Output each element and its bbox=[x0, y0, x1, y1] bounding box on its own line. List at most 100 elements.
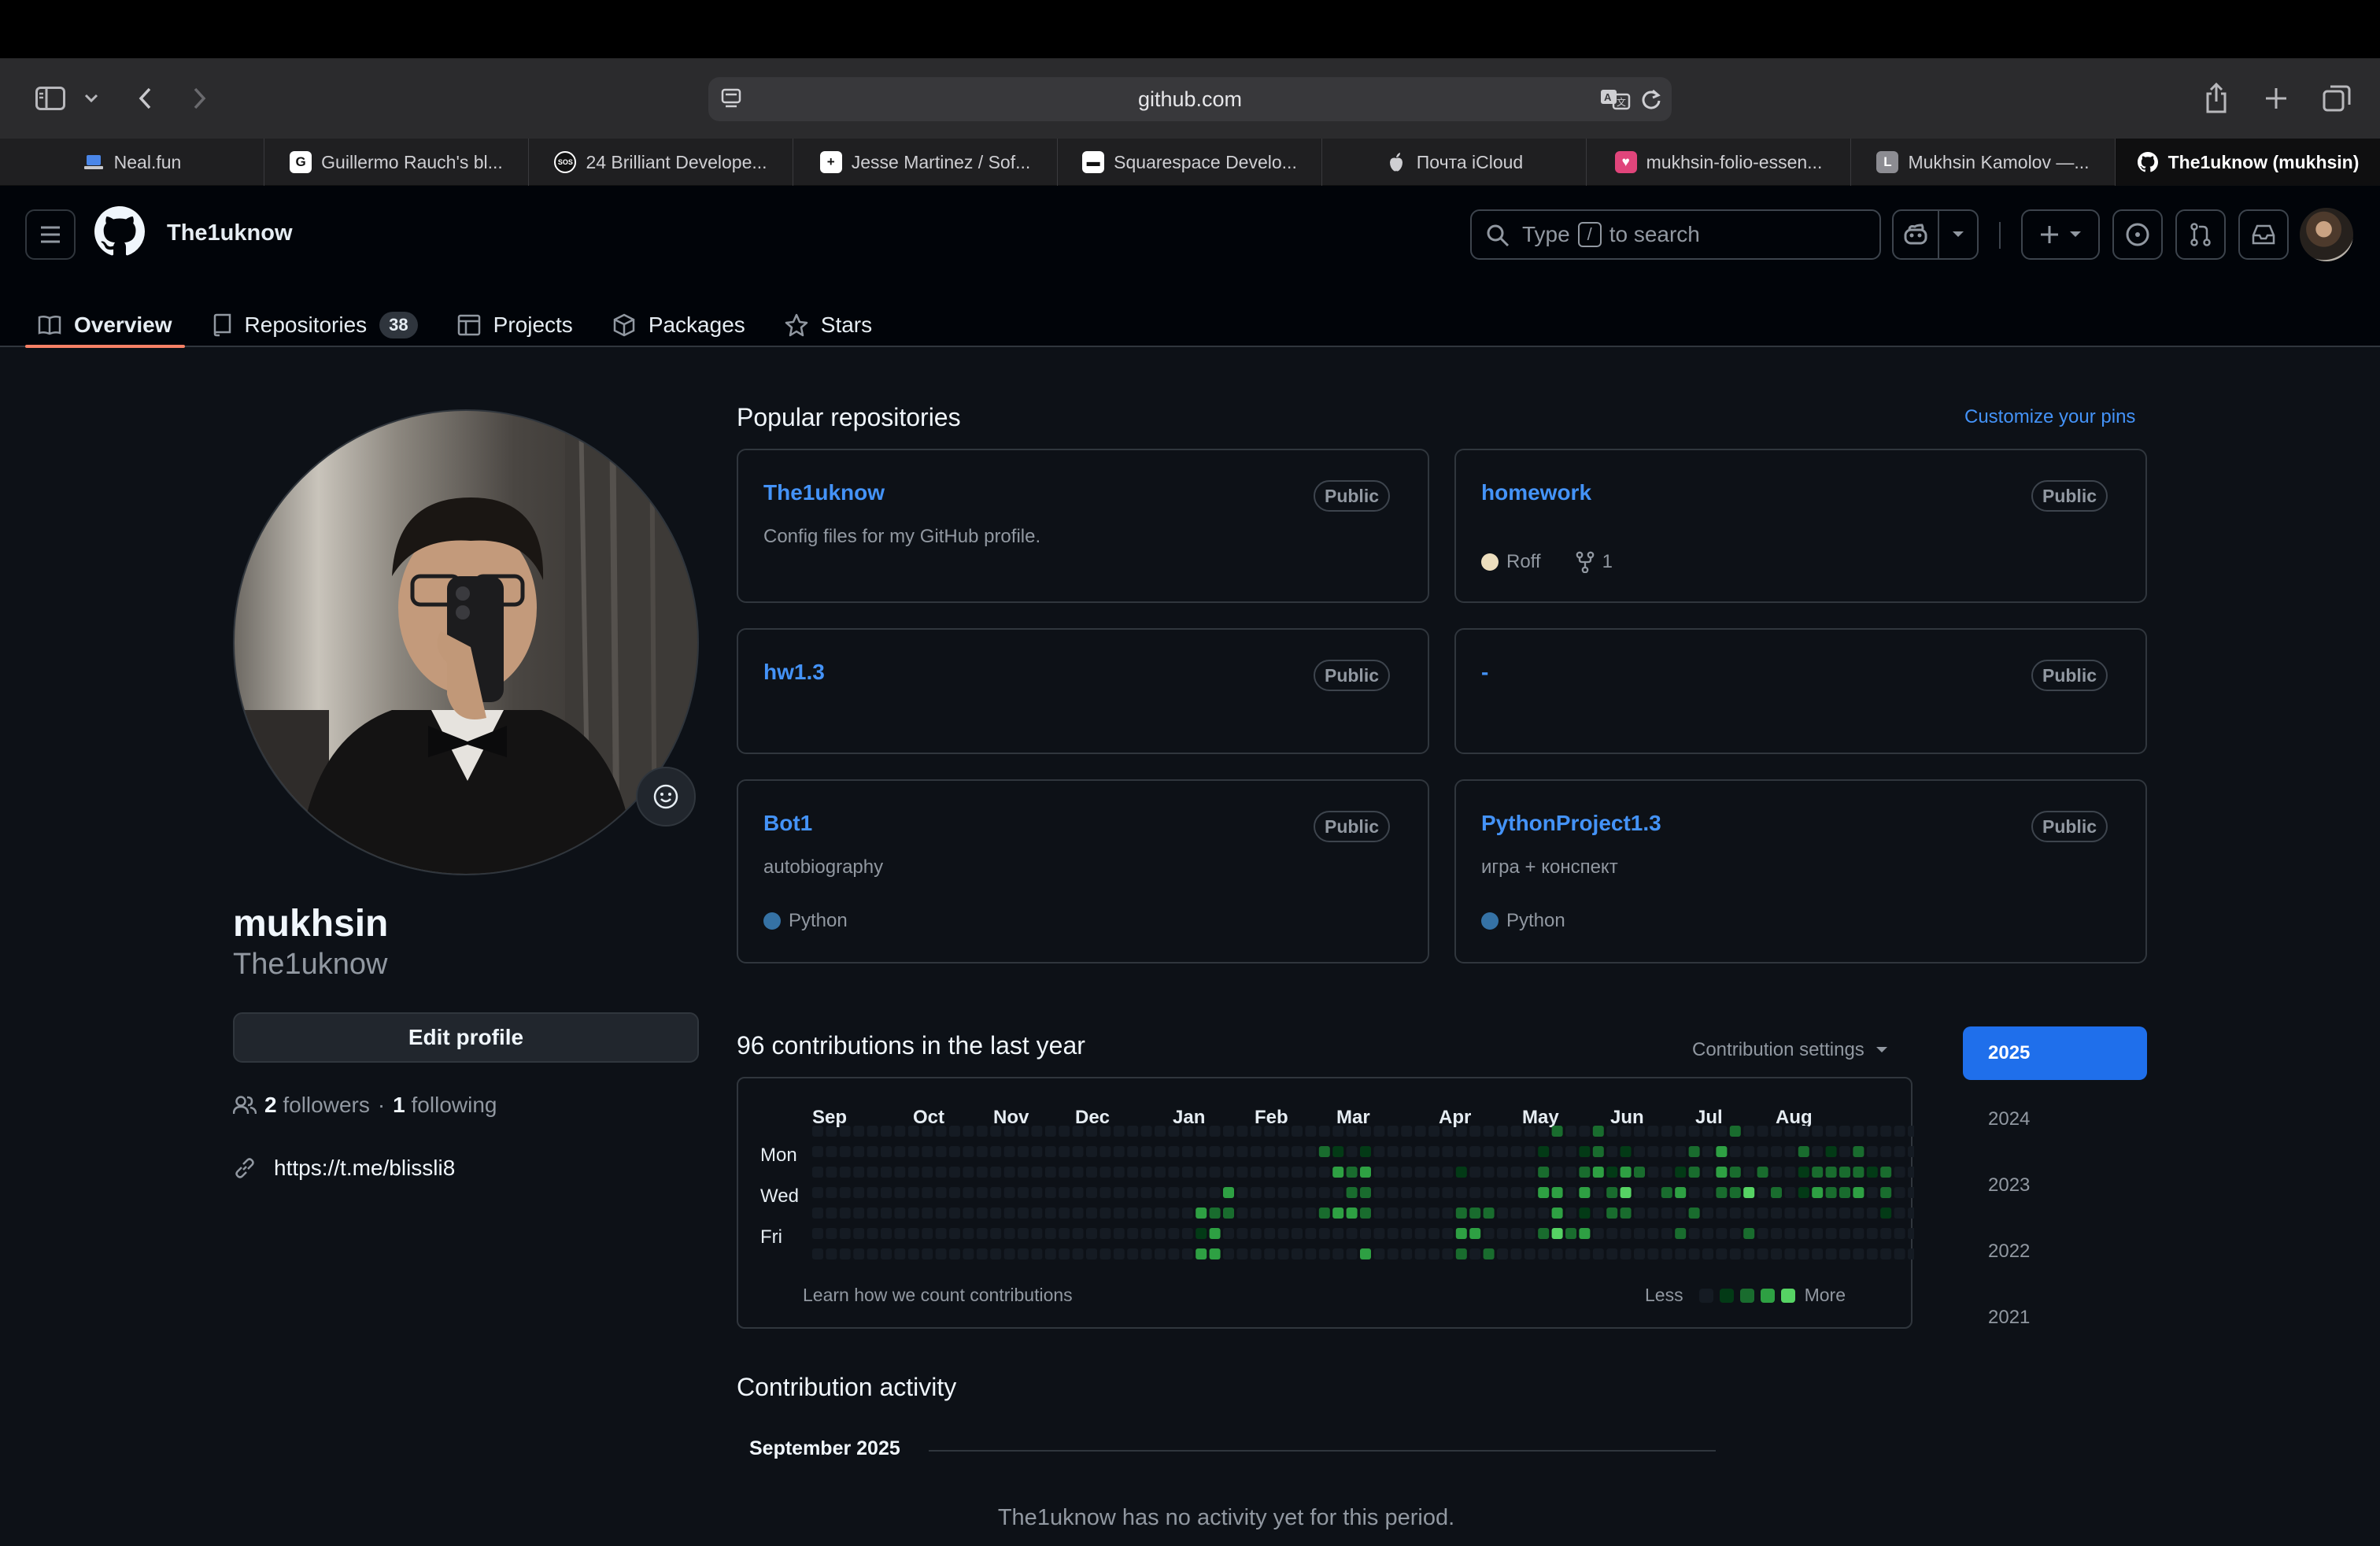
contribution-day-cell[interactable] bbox=[1908, 1187, 1914, 1198]
contribution-day-cell[interactable] bbox=[1592, 1146, 1604, 1157]
contribution-day-cell[interactable] bbox=[867, 1167, 878, 1178]
followers-link[interactable]: 2 followers bbox=[264, 1093, 370, 1118]
contribution-day-cell[interactable] bbox=[1031, 1228, 1043, 1239]
repo-name-link[interactable]: hw1.3 bbox=[763, 660, 825, 685]
contribution-day-cell[interactable] bbox=[1825, 1187, 1837, 1198]
contribution-day-cell[interactable] bbox=[826, 1228, 837, 1239]
contribution-day-cell[interactable] bbox=[1373, 1187, 1385, 1198]
contribution-day-cell[interactable] bbox=[1483, 1146, 1495, 1157]
contribution-day-cell[interactable] bbox=[1018, 1228, 1029, 1239]
contribution-day-cell[interactable] bbox=[1579, 1228, 1591, 1239]
contribution-day-cell[interactable] bbox=[1675, 1146, 1687, 1157]
contribution-day-cell[interactable] bbox=[1729, 1187, 1741, 1198]
contribution-day-cell[interactable] bbox=[935, 1126, 947, 1137]
contribution-day-cell[interactable] bbox=[1305, 1126, 1317, 1137]
contribution-day-cell[interactable] bbox=[1140, 1167, 1152, 1178]
contribution-day-cell[interactable] bbox=[812, 1167, 823, 1178]
create-new-button[interactable] bbox=[2021, 209, 2100, 260]
repo-name-link[interactable]: homework bbox=[1481, 480, 1591, 505]
contribution-day-cell[interactable] bbox=[881, 1208, 892, 1219]
contribution-day-cell[interactable] bbox=[1401, 1126, 1413, 1137]
contribution-day-cell[interactable] bbox=[1757, 1228, 1768, 1239]
contribution-day-cell[interactable] bbox=[949, 1208, 960, 1219]
contribution-day-cell[interactable] bbox=[1825, 1208, 1837, 1219]
contribution-day-cell[interactable] bbox=[1688, 1248, 1700, 1259]
contribution-day-cell[interactable] bbox=[1675, 1228, 1687, 1239]
contribution-day-cell[interactable] bbox=[1853, 1126, 1864, 1137]
contribution-day-cell[interactable] bbox=[826, 1248, 837, 1259]
contribution-day-cell[interactable] bbox=[1634, 1208, 1645, 1219]
contribution-day-cell[interactable] bbox=[1853, 1228, 1864, 1239]
contribution-day-cell[interactable] bbox=[1292, 1146, 1303, 1157]
contribution-day-cell[interactable] bbox=[1031, 1126, 1043, 1137]
contribution-day-cell[interactable] bbox=[1155, 1167, 1166, 1178]
contribution-day-cell[interactable] bbox=[1113, 1228, 1125, 1239]
contribution-day-cell[interactable] bbox=[1360, 1228, 1371, 1239]
contribution-day-cell[interactable] bbox=[1579, 1208, 1591, 1219]
contribution-day-cell[interactable] bbox=[990, 1248, 1002, 1259]
contribution-day-cell[interactable] bbox=[1647, 1167, 1659, 1178]
contribution-day-cell[interactable] bbox=[1442, 1167, 1454, 1178]
contribution-day-cell[interactable] bbox=[1018, 1126, 1029, 1137]
contribution-day-cell[interactable] bbox=[839, 1187, 851, 1198]
tab-projects[interactable]: Projects bbox=[445, 291, 586, 346]
contribution-day-cell[interactable] bbox=[1729, 1208, 1741, 1219]
contribution-day-cell[interactable] bbox=[1250, 1126, 1262, 1137]
contribution-day-cell[interactable] bbox=[1497, 1187, 1508, 1198]
contribution-day-cell[interactable] bbox=[1072, 1167, 1084, 1178]
following-link[interactable]: 1 following bbox=[393, 1093, 497, 1118]
contribution-day-cell[interactable] bbox=[1250, 1228, 1262, 1239]
contribution-day-cell[interactable] bbox=[1757, 1126, 1768, 1137]
contribution-day-cell[interactable] bbox=[1277, 1187, 1289, 1198]
contribution-day-cell[interactable] bbox=[826, 1208, 837, 1219]
contribution-day-cell[interactable] bbox=[1018, 1248, 1029, 1259]
contribution-day-cell[interactable] bbox=[853, 1208, 865, 1219]
contribution-day-cell[interactable] bbox=[1428, 1167, 1439, 1178]
contribution-day-cell[interactable] bbox=[1223, 1248, 1234, 1259]
contribution-day-cell[interactable] bbox=[1620, 1126, 1632, 1137]
contribution-day-cell[interactable] bbox=[812, 1126, 823, 1137]
contribution-day-cell[interactable] bbox=[1866, 1228, 1878, 1239]
contribution-day-cell[interactable] bbox=[839, 1228, 851, 1239]
sidebar-toggle-icon[interactable] bbox=[27, 58, 74, 139]
contribution-day-cell[interactable] bbox=[1798, 1146, 1809, 1157]
contribution-day-cell[interactable] bbox=[1277, 1208, 1289, 1219]
contribution-day-cell[interactable] bbox=[1168, 1126, 1180, 1137]
year-link-2025[interactable]: 2025 bbox=[1963, 1026, 2147, 1080]
contribution-day-cell[interactable] bbox=[990, 1167, 1002, 1178]
contribution-day-cell[interactable] bbox=[1387, 1228, 1399, 1239]
contribution-day-cell[interactable] bbox=[922, 1126, 933, 1137]
contribution-day-cell[interactable] bbox=[1196, 1146, 1207, 1157]
contribution-day-cell[interactable] bbox=[1675, 1187, 1687, 1198]
contribution-day-cell[interactable] bbox=[1236, 1208, 1248, 1219]
new-tab-icon[interactable] bbox=[2260, 58, 2292, 139]
contribution-day-cell[interactable] bbox=[1086, 1187, 1097, 1198]
contribution-day-cell[interactable] bbox=[1812, 1187, 1824, 1198]
contribution-day-cell[interactable] bbox=[907, 1167, 919, 1178]
contribution-day-cell[interactable] bbox=[1784, 1187, 1796, 1198]
contribution-day-cell[interactable] bbox=[1866, 1146, 1878, 1157]
contribution-day-cell[interactable] bbox=[1565, 1228, 1576, 1239]
contribution-day-cell[interactable] bbox=[1675, 1208, 1687, 1219]
contribution-day-cell[interactable] bbox=[1099, 1167, 1111, 1178]
contribution-day-cell[interactable] bbox=[1702, 1146, 1713, 1157]
contribution-day-cell[interactable] bbox=[935, 1146, 947, 1157]
contribution-day-cell[interactable] bbox=[867, 1126, 878, 1137]
contribution-day-cell[interactable] bbox=[1647, 1187, 1659, 1198]
contribution-day-cell[interactable] bbox=[1236, 1187, 1248, 1198]
contribution-day-cell[interactable] bbox=[1181, 1228, 1193, 1239]
contribution-day-cell[interactable] bbox=[963, 1228, 974, 1239]
contribution-day-cell[interactable] bbox=[1127, 1228, 1139, 1239]
contribution-day-cell[interactable] bbox=[853, 1126, 865, 1137]
contribution-day-cell[interactable] bbox=[1661, 1187, 1672, 1198]
contribution-day-cell[interactable] bbox=[1373, 1228, 1385, 1239]
contribution-day-cell[interactable] bbox=[1565, 1146, 1576, 1157]
contribution-day-cell[interactable] bbox=[1675, 1126, 1687, 1137]
contribution-day-cell[interactable] bbox=[1168, 1248, 1180, 1259]
contribution-day-cell[interactable] bbox=[867, 1187, 878, 1198]
contribution-day-cell[interactable] bbox=[976, 1228, 988, 1239]
contribution-day-cell[interactable] bbox=[1771, 1228, 1782, 1239]
browser-tab[interactable]: G Guillermo Rauch's bl... bbox=[264, 139, 529, 186]
contribution-day-cell[interactable] bbox=[1196, 1187, 1207, 1198]
contribution-day-cell[interactable] bbox=[1743, 1228, 1755, 1239]
